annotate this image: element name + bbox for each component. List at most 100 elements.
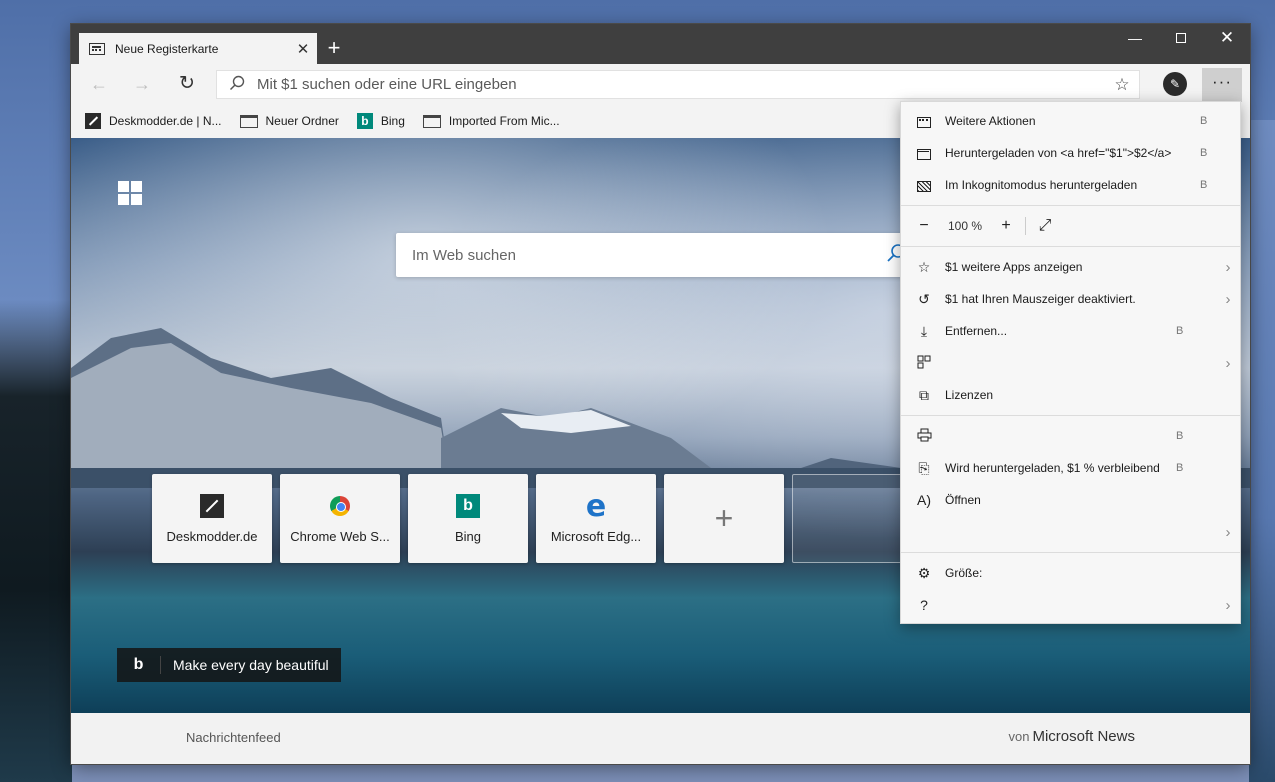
maximize-icon: [1176, 33, 1186, 43]
menu-item-extensions[interactable]: ⧉ Lizenzen: [901, 379, 1240, 411]
menu-item-label: $1 weitere Apps anzeigen: [945, 260, 1083, 274]
menu-item-shortcut: B: [1176, 462, 1184, 474]
zoom-controls: − 100 % + ⤢: [901, 210, 1240, 242]
favorite-label: Deskmodder.de | N...: [109, 114, 222, 128]
menu-item-label: Entfernen...: [945, 324, 1008, 338]
bing-image-caption[interactable]: b Make every day beautiful: [117, 648, 341, 682]
web-search-box[interactable]: [396, 233, 916, 277]
menu-divider: [901, 552, 1240, 553]
fullscreen-icon[interactable]: ⤢: [1036, 217, 1054, 235]
inprivate-window-icon: [915, 177, 933, 193]
folder-icon: [422, 114, 441, 128]
extensions-icon: ⧉: [919, 386, 929, 403]
menu-item-more-tools[interactable]: ›: [901, 516, 1240, 548]
newsfeed-link[interactable]: Nachrichtenfeed: [186, 730, 281, 745]
edge-icon: e: [585, 488, 607, 524]
zoom-in-button[interactable]: +: [997, 217, 1015, 235]
favorite-star-icon[interactable]: ☆: [1105, 75, 1139, 95]
forward-button[interactable]: →: [126, 70, 158, 98]
desktop-background-left: [0, 300, 72, 782]
menu-item-inprivate-window[interactable]: Im Inkognitomodus heruntergeladen B: [901, 169, 1240, 201]
desktop-background-right: [1249, 120, 1275, 782]
web-note-button[interactable]: ✎: [1163, 72, 1187, 96]
news-von: von: [1008, 729, 1030, 744]
tab-page-icon: [89, 42, 105, 55]
new-tab-icon: [915, 113, 933, 129]
web-search-input[interactable]: [396, 246, 876, 264]
folder-icon: [239, 114, 258, 128]
add-site-tile[interactable]: +: [664, 474, 784, 563]
download-icon: ⤓: [920, 322, 928, 339]
menu-item-settings[interactable]: ⚙ Größe:: [901, 557, 1240, 589]
zoom-level: 100 %: [947, 219, 983, 233]
bing-icon: b: [456, 494, 480, 518]
menu-item-new-tab[interactable]: Weitere Aktionen B: [901, 105, 1240, 137]
deskmodder-icon: [85, 113, 101, 129]
apps-icon: [915, 355, 933, 372]
menu-item-label: Wird heruntergeladen, $1 % verbleibend: [945, 461, 1160, 475]
favorite-deskmodder[interactable]: Deskmodder.de | N...: [85, 113, 222, 129]
windows-logo-icon: [118, 181, 143, 206]
tab-new-tab[interactable]: Neue Registerkarte ✕: [79, 33, 317, 64]
top-site-tile[interactable]: Deskmodder.de: [152, 474, 272, 563]
top-site-tile[interactable]: b Bing: [408, 474, 528, 563]
close-tab-icon[interactable]: ✕: [289, 40, 317, 58]
tile-label: Chrome Web S...: [290, 529, 390, 544]
menu-item-label: Im Inkognitomodus heruntergeladen: [945, 178, 1138, 192]
menu-item-history[interactable]: ↺ $1 hat Ihren Mauszeiger deaktiviert. ›: [901, 283, 1240, 315]
zoom-divider: [1025, 217, 1026, 235]
menu-item-read-aloud[interactable]: A) Öffnen: [901, 484, 1240, 516]
empty-site-tile: [792, 474, 912, 563]
favorite-folder-imported[interactable]: Imported From Mic...: [422, 114, 560, 128]
news-source-name: Microsoft News: [1032, 728, 1135, 745]
menu-item-new-window[interactable]: Heruntergeladen von <a href="$1">$2</a> …: [901, 137, 1240, 169]
refresh-button[interactable]: ↻: [171, 70, 203, 98]
menu-item-help[interactable]: ? ›: [901, 589, 1240, 621]
menu-item-shortcut: B: [1176, 325, 1184, 337]
tile-label: Microsoft Edg...: [550, 529, 642, 544]
menu-item-label: Öffnen: [945, 493, 981, 507]
chevron-right-icon: ›: [1225, 290, 1231, 308]
new-tab-button[interactable]: +: [321, 36, 347, 62]
top-site-tile[interactable]: Chrome Web S...: [280, 474, 400, 563]
help-icon: ?: [920, 597, 928, 613]
chevron-right-icon: ›: [1225, 258, 1231, 276]
close-window-button[interactable]: ✕: [1204, 24, 1250, 54]
menu-divider: [901, 246, 1240, 247]
minimize-button[interactable]: —: [1112, 24, 1158, 54]
menu-item-label: $1 hat Ihren Mauszeiger deaktiviert.: [945, 292, 1136, 306]
favorite-folder-neuer-ordner[interactable]: Neuer Ordner: [239, 114, 339, 128]
settings-icon: ⚙: [917, 564, 931, 581]
menu-item-share[interactable]: ⎘ Wird heruntergeladen, $1 % verbleibend…: [901, 452, 1240, 484]
bing-tagline: Make every day beautiful: [173, 657, 329, 673]
menu-item-print[interactable]: B: [901, 420, 1240, 452]
favorite-label: Imported From Mic...: [448, 114, 560, 128]
back-button[interactable]: ←: [83, 70, 115, 98]
menu-item-apps[interactable]: ›: [901, 347, 1240, 379]
chevron-right-icon: ›: [1225, 523, 1231, 541]
tab-title: Neue Registerkarte: [115, 41, 219, 56]
news-footer: Nachrichtenfeed von Microsoft News: [71, 713, 1250, 764]
menu-item-downloads[interactable]: ⤓ Entfernen... B: [901, 315, 1240, 347]
address-input[interactable]: [257, 76, 1105, 93]
menu-item-favorites[interactable]: ☆ $1 weitere Apps anzeigen ›: [901, 251, 1240, 283]
maximize-button[interactable]: [1158, 24, 1204, 54]
address-bar[interactable]: ☆: [216, 70, 1140, 99]
favorite-bing[interactable]: b Bing: [356, 113, 405, 129]
bing-icon: b: [356, 113, 373, 129]
settings-more-button[interactable]: ···: [1202, 68, 1242, 102]
menu-item-label: Heruntergeladen von <a href="$1">$2</a>: [945, 146, 1172, 160]
tile-label: Deskmodder.de: [166, 529, 258, 544]
new-window-icon: [915, 145, 933, 161]
menu-item-shortcut: B: [1176, 430, 1184, 442]
zoom-out-button[interactable]: −: [915, 217, 933, 235]
menu-item-label: Weitere Aktionen: [945, 114, 1036, 128]
star-icon: ☆: [917, 258, 931, 275]
chevron-right-icon: ›: [1225, 354, 1231, 372]
bing-icon: b: [117, 656, 161, 674]
settings-menu: Weitere Aktionen B Heruntergeladen von <…: [900, 101, 1241, 624]
menu-divider: [901, 205, 1240, 206]
top-site-tile[interactable]: e Microsoft Edg...: [536, 474, 656, 563]
menu-item-shortcut: B: [1200, 115, 1208, 127]
print-icon: [915, 428, 933, 445]
